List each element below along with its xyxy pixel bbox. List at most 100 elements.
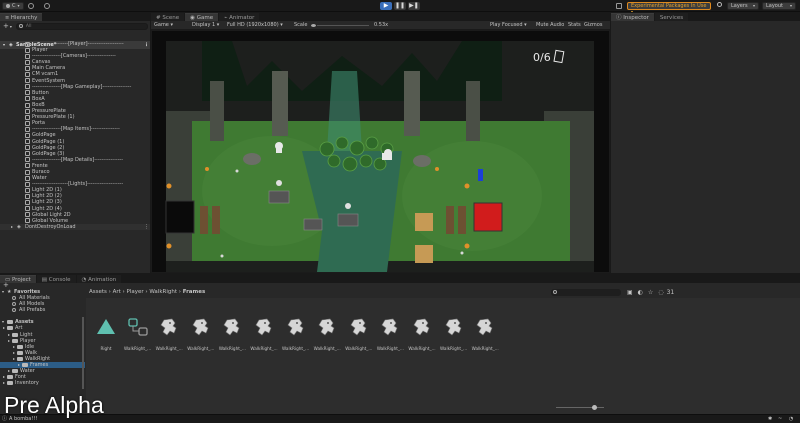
breadcrumb-item[interactable]: Assets (89, 289, 107, 295)
asset-tile[interactable]: WalkRight_... (312, 316, 342, 352)
gameobject-icon (25, 145, 30, 151)
asset-tile[interactable]: WalkRight_... (375, 316, 405, 352)
folder-icon (7, 381, 13, 386)
asset-tile[interactable]: WalkRight_... (217, 316, 247, 352)
search-icon (12, 302, 16, 307)
dont-destroy-on-load-row[interactable]: ▸ ◈ DontDestroyOnLoad ⋮ (0, 223, 150, 230)
gameobject-icon (25, 151, 30, 157)
asset-tile[interactable]: WalkRight_... (154, 316, 184, 352)
asset-tile[interactable]: WalkRight_... (407, 316, 437, 352)
favorite-item[interactable]: All Prefabs (0, 307, 85, 313)
stats-toggle[interactable]: Stats (568, 21, 581, 30)
breadcrumb-item[interactable]: Frames (183, 289, 206, 295)
asset-label: WalkRight_... (376, 346, 404, 351)
tab-animator[interactable]: ⌁ Animator (219, 13, 260, 21)
icon-size-slider-handle[interactable] (592, 405, 597, 410)
breadcrumb-item[interactable]: Art (113, 289, 121, 295)
visibility-icon[interactable]: ◌ (658, 289, 663, 296)
flower (460, 251, 464, 255)
assets-tree-list: ▸ Art ▸ Light ▸ Player ▸ Idle ▸ Walk ▸ WalkRight ▸ Fr… (0, 325, 85, 386)
gizmos-toggle[interactable]: Gizmos (584, 21, 602, 30)
gameobject-icon (25, 139, 30, 145)
scale-slider-track[interactable] (317, 25, 369, 26)
account-dropdown[interactable]: C ▾ (2, 2, 24, 10)
stone-pillar (404, 71, 420, 136)
more-icon[interactable]: ⋮ (144, 224, 149, 230)
breadcrumb-item[interactable]: WalkRight (149, 289, 177, 295)
star-filter-icon[interactable]: ☆ (648, 289, 653, 296)
asset-tile[interactable]: WalkRight_... (344, 316, 374, 352)
asset-label: WalkRight_... (408, 346, 436, 351)
display-mode-dropdown[interactable]: Game ▾ (154, 21, 173, 30)
mute-audio-toggle[interactable]: Mute Audio (536, 21, 564, 30)
experimental-packages-badge[interactable]: Experimental Packages In Use ▾ (627, 2, 711, 14)
folder-icon (7, 326, 13, 331)
asset-label: WalkRight_... (155, 346, 183, 351)
gameobject-icon (25, 169, 30, 175)
asset-tile[interactable]: WalkRight_... (281, 316, 311, 352)
pause-button[interactable]: ❚❚ (394, 2, 406, 10)
sprite-frame-icon (283, 316, 309, 342)
layout-dropdown[interactable]: Layout ▾ (762, 2, 796, 10)
step-button[interactable]: ▶❚ (408, 2, 420, 10)
flower (220, 254, 224, 258)
play-button[interactable]: ▶ (380, 2, 392, 10)
asset-tile[interactable]: WalkRight_... (123, 316, 153, 352)
play-focused-dropdown[interactable]: Play Focused ▾ (490, 21, 527, 30)
lily-pad (342, 156, 358, 172)
tab-game[interactable]: ◉ Game (185, 13, 219, 21)
blue-gem (478, 169, 483, 181)
project-search-input[interactable] (551, 289, 621, 296)
sprite-frame-icon (441, 316, 467, 342)
tab-scene[interactable]: # Scene (151, 13, 185, 21)
tab-inspector[interactable]: ⓘ Inspector (611, 13, 654, 21)
log (212, 206, 220, 234)
breadcrumb: Assets › Art › Player › WalkRight › Fram… (86, 287, 800, 298)
dark-door (165, 200, 195, 234)
tab-console[interactable]: ▤ Console (36, 275, 76, 283)
asset-label: WalkRight_... (218, 346, 246, 351)
hierarchy-search-input[interactable]: All (15, 22, 148, 30)
search-icon[interactable] (717, 2, 724, 9)
tree-folder-item[interactable]: ▸ Inventory (0, 380, 85, 386)
collab-icon[interactable] (44, 3, 50, 9)
folder-icon (17, 356, 23, 361)
scale-slider-handle[interactable] (311, 24, 316, 27)
game-canvas[interactable]: 0/6 (152, 31, 609, 272)
bug-icon[interactable]: ✱ (768, 415, 772, 423)
folder-icon (12, 332, 18, 337)
asset-tile[interactable]: WalkRight_... (186, 316, 216, 352)
folder-icon (17, 344, 23, 349)
stone-pillar (466, 81, 480, 141)
display-dropdown[interactable]: Display 1 ▾ (192, 21, 219, 30)
gameobject-icon (25, 65, 30, 71)
add-icon[interactable]: + (3, 22, 9, 30)
filter-type-icon[interactable]: ▣ (627, 289, 633, 296)
layers-dropdown[interactable]: Layers ▾ (727, 2, 759, 10)
history-icon[interactable] (616, 3, 622, 9)
account-icon (6, 4, 10, 8)
flower (235, 169, 239, 173)
tab-animation[interactable]: ◔ Animation (76, 275, 122, 283)
tab-services[interactable]: Services (654, 13, 689, 21)
gameobject-icon (25, 47, 30, 53)
torch (166, 183, 172, 189)
gameobject-icon (25, 218, 30, 224)
cloud-icon[interactable] (28, 3, 34, 9)
breadcrumb-item[interactable]: Player (127, 289, 144, 295)
tilde-icon[interactable]: ~ (778, 415, 782, 423)
resolution-dropdown[interactable]: Full HD (1920x1080) ▾ (227, 21, 283, 30)
search-icon (18, 24, 23, 28)
torch (205, 167, 209, 171)
asset-tile[interactable]: WalkRight_... (249, 316, 279, 352)
label-filter-icon[interactable]: ◐ (638, 289, 643, 296)
game-view-toolbar: Game ▾ Display 1 ▾ Full HD (1920x1080) ▾… (151, 21, 610, 30)
asset-tile[interactable]: WalkRight_... (470, 316, 500, 352)
asset-label: WalkRight_... (440, 346, 468, 351)
gameobject-icon (25, 108, 30, 114)
tab-hierarchy[interactable]: ≡ Hierarchy (0, 13, 43, 21)
chevron-down-icon[interactable]: ▾ (10, 24, 12, 29)
asset-tile[interactable]: Right (91, 316, 121, 352)
tree-scrollbar[interactable] (82, 317, 84, 389)
asset-tile[interactable]: WalkRight_... (439, 316, 469, 352)
